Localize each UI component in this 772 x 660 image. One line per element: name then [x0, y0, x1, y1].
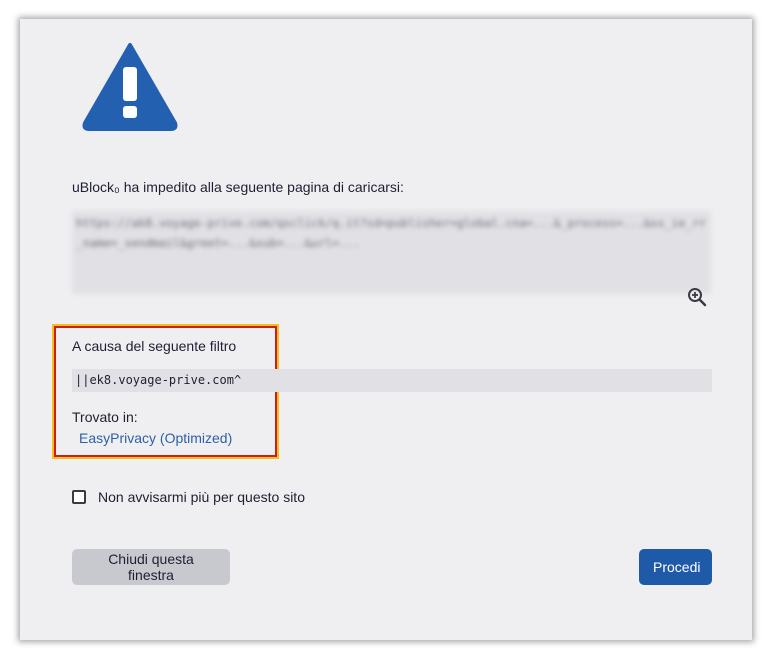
dont-warn-option[interactable]: Non avvisarmi più per questo sito [72, 489, 305, 505]
blocked-url: https://ak8.voyage-prive.com/qsclick/q.i… [72, 211, 711, 294]
filter-list-link[interactable]: EasyPrivacy (Optimized) [79, 430, 232, 446]
found-in-label: Trovato in: [72, 409, 138, 425]
filter-label: A causa del seguente filtro [72, 338, 237, 354]
blocked-page-window: uBlock₀ ha impedito alla seguente pagina… [20, 19, 752, 640]
dont-warn-checkbox[interactable] [72, 490, 86, 504]
dont-warn-label: Non avvisarmi più per questo sito [98, 489, 305, 505]
zoom-in-icon[interactable] [687, 287, 707, 307]
block-message: uBlock₀ ha impedito alla seguente pagina… [72, 179, 404, 195]
close-window-button[interactable]: Chiudi questa finestra [72, 549, 230, 585]
filter-rule: ||ek8.voyage-prive.com^ [72, 369, 712, 392]
proceed-button[interactable]: Procedi [639, 549, 712, 585]
warning-triangle-icon [82, 43, 178, 131]
